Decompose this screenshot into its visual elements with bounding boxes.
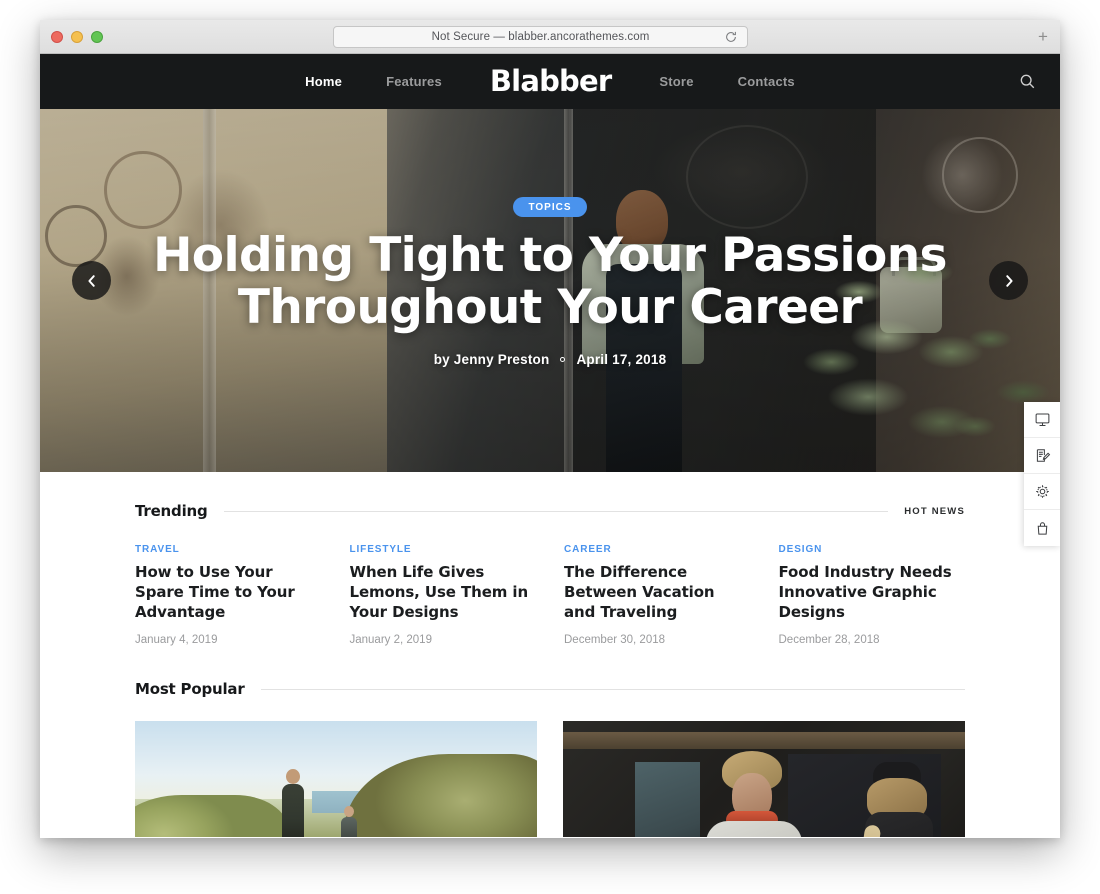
minimize-window-button[interactable] (71, 31, 83, 43)
browser-titlebar: Not Secure — blabber.ancorathemes.com + (40, 20, 1060, 54)
monitor-icon[interactable] (1024, 402, 1060, 438)
nav-item-home[interactable]: Home (283, 74, 364, 89)
site-logo[interactable]: Blabber (464, 64, 638, 98)
trending-item[interactable]: CAREER The Difference Between Vacation a… (564, 544, 751, 646)
nav-item-features[interactable]: Features (364, 74, 464, 89)
trending-date: January 2, 2019 (349, 634, 432, 646)
trending-category[interactable]: DESIGN (779, 544, 966, 555)
trending-item[interactable]: LIFESTYLE When Life Gives Lemons, Use Th… (350, 544, 537, 646)
hero-title-line-1: Holding Tight to Your Passions (153, 228, 947, 283)
page-viewport: Home Features Blabber Store Contacts TOP… (40, 54, 1060, 837)
main-navigation: Home Features Blabber Store Contacts (283, 64, 817, 99)
site-header: Home Features Blabber Store Contacts (40, 54, 1060, 109)
nav-item-contacts[interactable]: Contacts (716, 74, 817, 89)
address-bar[interactable]: Not Secure — blabber.ancorathemes.com (333, 26, 748, 48)
hero-title: Holding Tight to Your Passions Throughou… (40, 230, 1060, 334)
trending-date: January 4, 2019 (135, 634, 218, 646)
trending-title-link[interactable]: The Difference Between Vacation and Trav… (564, 562, 751, 622)
most-popular-grid (135, 721, 965, 837)
most-popular-title: Most Popular (135, 680, 245, 698)
trending-title-link[interactable]: When Life Gives Lemons, Use Them in Your… (350, 562, 537, 622)
carousel-next-button[interactable] (989, 261, 1028, 300)
trending-section-header: Trending HOT NEWS (135, 472, 965, 520)
shopping-bag-icon[interactable] (1024, 510, 1060, 546)
chevron-left-icon (85, 274, 99, 288)
gear-icon[interactable] (1024, 474, 1060, 510)
carousel-prev-button[interactable] (72, 261, 111, 300)
edit-document-icon[interactable] (1024, 438, 1060, 474)
hero-author[interactable]: by Jenny Preston (434, 352, 550, 367)
chevron-right-icon (1002, 274, 1016, 288)
trending-title-link[interactable]: How to Use Your Spare Time to Your Advan… (135, 562, 322, 622)
hero-slider: TOPICS Holding Tight to Your Passions Th… (40, 109, 1060, 472)
trending-date: December 30, 2018 (564, 634, 666, 646)
trending-title: Trending (135, 502, 208, 520)
hero-date: April 17, 2018 (576, 352, 667, 367)
trending-date: December 28, 2018 (778, 634, 880, 646)
trending-title-link[interactable]: Food Industry Needs Innovative Graphic D… (779, 562, 966, 622)
hero-content: TOPICS Holding Tight to Your Passions Th… (40, 197, 1060, 367)
trending-category[interactable]: CAREER (564, 544, 751, 555)
search-icon[interactable] (1018, 72, 1038, 92)
close-window-button[interactable] (51, 31, 63, 43)
popular-card[interactable] (563, 721, 965, 837)
maximize-window-button[interactable] (91, 31, 103, 43)
side-toolbar (1024, 402, 1060, 546)
hero-title-line-2: Throughout Your Career (237, 280, 863, 335)
hot-news-label: HOT NEWS (904, 505, 965, 517)
address-bar-text: Not Secure — blabber.ancorathemes.com (431, 31, 650, 43)
hero-category-badge[interactable]: TOPICS (513, 197, 587, 217)
section-divider (260, 688, 965, 690)
most-popular-section-header: Most Popular (135, 646, 965, 698)
section-divider (223, 510, 889, 512)
nav-item-store[interactable]: Store (637, 74, 715, 89)
reload-icon[interactable] (724, 30, 738, 44)
card-image-runners (135, 721, 537, 837)
meta-separator-icon (560, 357, 566, 362)
trending-item[interactable]: TRAVEL How to Use Your Spare Time to You… (135, 544, 322, 646)
trending-item[interactable]: DESIGN Food Industry Needs Innovative Gr… (779, 544, 966, 646)
new-tab-button[interactable]: + (1034, 28, 1052, 46)
popular-card[interactable] (135, 721, 537, 837)
hero-meta: by Jenny Preston April 17, 2018 (40, 352, 1060, 367)
browser-window: Not Secure — blabber.ancorathemes.com + … (40, 20, 1060, 838)
card-image-workshop (563, 721, 965, 837)
page-content: Trending HOT NEWS TRAVEL How to Use Your… (40, 472, 1060, 837)
trending-category[interactable]: LIFESTYLE (350, 544, 537, 555)
trending-category[interactable]: TRAVEL (135, 544, 322, 555)
window-controls (51, 31, 103, 43)
trending-grid: TRAVEL How to Use Your Spare Time to You… (135, 544, 965, 646)
